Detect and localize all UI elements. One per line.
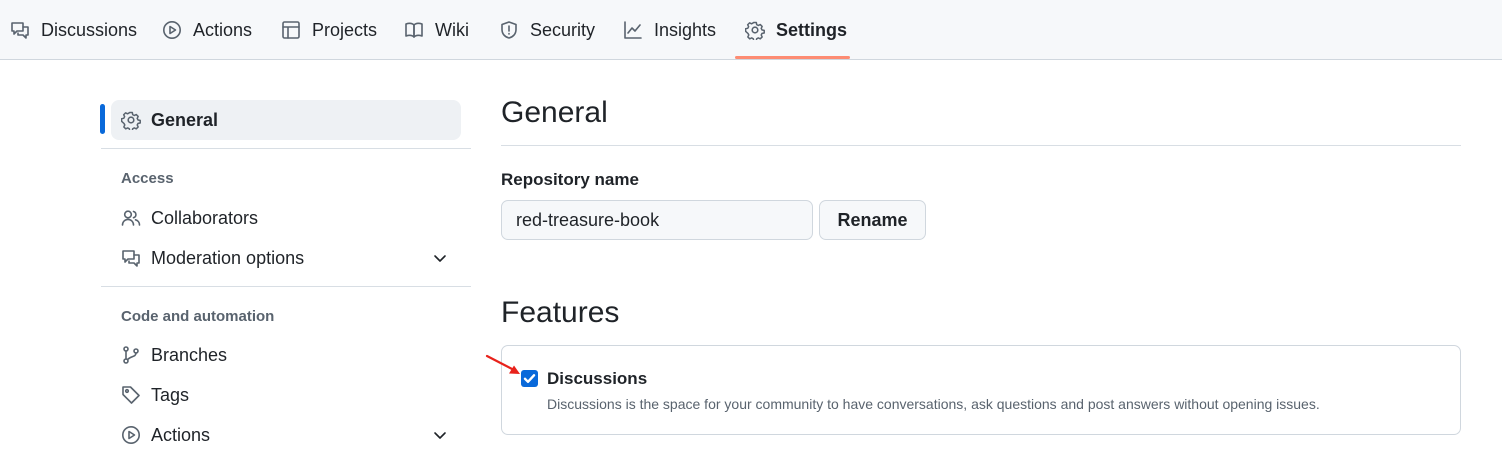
sidebar-item-label: Actions <box>151 424 211 445</box>
discussions-feature-label: Discussions <box>547 369 648 388</box>
tab-insights[interactable]: Insights <box>623 0 716 60</box>
table-icon <box>282 21 300 39</box>
sidebar-item-label: General <box>151 109 219 130</box>
features-title: Features <box>501 296 620 329</box>
gear-icon <box>745 21 765 40</box>
repo-name-input[interactable] <box>501 200 813 240</box>
active-tab-indicator <box>735 56 850 59</box>
tab-wiki[interactable]: Wiki <box>404 0 469 60</box>
chevron-down-icon[interactable] <box>431 426 449 444</box>
sidebar-item-label: Collaborators <box>151 207 259 228</box>
sidebar-item-collaborators[interactable]: Collaborators <box>111 198 461 238</box>
book-icon <box>405 22 423 38</box>
shield-icon <box>501 21 517 39</box>
sidebar-item-moderation-options[interactable]: Moderation options <box>111 238 461 278</box>
tab-security[interactable]: Security <box>499 0 595 60</box>
gear-icon <box>121 111 141 130</box>
tab-label: Security <box>530 19 596 40</box>
sidebar-item-actions[interactable]: Actions <box>111 415 461 455</box>
tab-settings[interactable]: Settings <box>745 0 847 60</box>
tab-label: Wiki <box>435 19 469 40</box>
play-circle-icon <box>122 426 140 444</box>
tab-label: Projects <box>312 19 378 40</box>
sidebar-item-label: Branches <box>151 344 228 365</box>
graph-icon <box>624 21 642 39</box>
page-title: General <box>501 96 608 129</box>
tab-label: Discussions <box>41 19 138 40</box>
play-circle-icon <box>163 21 181 39</box>
repo-name-label: Repository name <box>501 170 639 189</box>
people-icon <box>121 210 141 226</box>
sidebar-divider <box>101 286 471 287</box>
chevron-down-icon[interactable] <box>431 249 449 267</box>
comment-discussion-icon <box>11 22 29 39</box>
title-divider <box>501 145 1461 146</box>
tab-projects[interactable]: Projects <box>281 0 377 60</box>
sidebar-item-label: Moderation options <box>151 247 305 268</box>
annotation-arrow-icon <box>485 354 520 374</box>
git-branch-icon <box>123 346 139 364</box>
tag-icon <box>122 386 140 404</box>
sidebar-item-label: Tags <box>151 384 190 405</box>
sidebar-divider <box>101 148 471 149</box>
repo-nav: Discussions Actions Projects Wiki Securi… <box>0 0 1502 60</box>
tab-actions[interactable]: Actions <box>162 0 252 60</box>
active-item-indicator <box>100 104 105 134</box>
tab-discussions[interactable]: Discussions <box>10 0 137 60</box>
rename-button[interactable]: Rename <box>819 200 926 240</box>
sidebar-heading-access: Access <box>121 170 174 187</box>
tab-label: Insights <box>654 19 717 40</box>
tab-label: Actions <box>193 19 253 40</box>
tab-label: Settings <box>776 19 848 40</box>
discussions-feature-description: Discussions is the space for your commun… <box>547 396 1320 412</box>
sidebar-item-tags[interactable]: Tags <box>111 375 461 415</box>
sidebar-item-branches[interactable]: Branches <box>111 335 461 375</box>
features-box <box>501 345 1461 435</box>
sidebar-item-general[interactable]: General <box>111 100 461 140</box>
comment-discussion-icon <box>122 250 140 267</box>
sidebar-heading-code-and-automation: Code and automation <box>121 308 275 325</box>
